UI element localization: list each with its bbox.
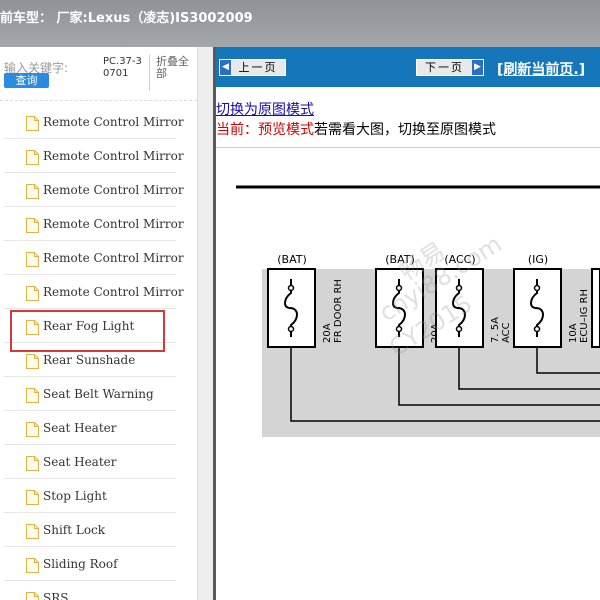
current-mode-text: 当前：预览模式 xyxy=(216,122,314,138)
divider xyxy=(149,55,150,91)
fuse-terminal xyxy=(533,284,541,292)
tree-item-label: Seat Heater xyxy=(43,455,117,469)
tree-item[interactable]: Sliding Roof xyxy=(4,547,176,581)
next-page-button[interactable]: 下一页 ▶ xyxy=(416,59,484,76)
wiring-diagram-svg: (BAT)20AFR DOOR RH(BAT)20ATI&TE(ACC)7. 5… xyxy=(236,185,600,437)
document-icon xyxy=(26,150,39,165)
prev-page-button[interactable]: ◀ 上一页 xyxy=(219,59,286,76)
tree-item-label: Seat Heater xyxy=(43,421,117,435)
fuse-name: FR DOOR RH xyxy=(333,279,344,343)
vehicle-title: 前车型： 厂家:Lexus（凌志)IS3002009 xyxy=(0,11,253,26)
fuse-name: ACC xyxy=(501,322,512,343)
fuse-rating: 7. 5A xyxy=(490,317,501,343)
document-icon xyxy=(26,354,39,369)
pc-code: PC.37-30701 xyxy=(103,56,142,79)
left-panel: 输入关键字: 查询 PC.37-30701 折叠全部 Remote Contro… xyxy=(0,47,197,600)
fuse-terminal xyxy=(287,325,295,333)
divider xyxy=(0,100,197,101)
fuse-source-label: (BAT) xyxy=(277,253,307,266)
document-icon xyxy=(26,456,39,471)
title-bar: 前车型： 厂家:Lexus（凌志)IS3002009 xyxy=(0,0,600,47)
page-nav-bar: ◀ 上一页 下一页 ▶ [刷新当前页.] xyxy=(216,47,600,87)
fuse-rating: 20A xyxy=(322,323,333,343)
next-page-label: 下一页 xyxy=(425,61,464,74)
document-icon xyxy=(26,184,39,199)
prev-page-label: 上一页 xyxy=(238,61,278,74)
tree-item[interactable]: Stop Light xyxy=(4,479,176,513)
wiring-diagram: (BAT)20AFR DOOR RH(BAT)20ATI&TE(ACC)7. 5… xyxy=(216,157,600,600)
tree-item[interactable]: Rear Sunshade xyxy=(4,343,176,377)
tree-item-label: Rear Sunshade xyxy=(43,353,136,367)
collapse-all-link[interactable]: 折叠全部 xyxy=(156,56,196,80)
tree-item-label: Remote Control Mirror xyxy=(43,115,184,129)
document-icon xyxy=(26,218,39,233)
tree-item-label: Rear Fog Light xyxy=(43,319,135,333)
tree-item-label: Stop Light xyxy=(43,489,107,503)
fuse-terminal xyxy=(455,325,463,333)
document-icon xyxy=(26,286,39,301)
view-mode-status: 当前：预览模式若需看大图，切换至原图模式 xyxy=(216,119,496,139)
content-panel: ◀ 上一页 下一页 ▶ [刷新当前页.] 切换为原图模式 当前：预览模式若需看大… xyxy=(216,47,600,600)
tree-item[interactable]: SRS xyxy=(4,581,176,600)
tree-item[interactable]: Remote Control Mirror xyxy=(4,207,184,241)
tree-item-label: Remote Control Mirror xyxy=(43,149,184,163)
tree-item-label: Sliding Roof xyxy=(43,557,118,571)
document-icon xyxy=(26,592,39,600)
document-icon xyxy=(26,388,39,403)
document-icon xyxy=(26,524,39,539)
mode-hint-text: 若需看大图，切换至原图模式 xyxy=(314,122,496,138)
document-icon xyxy=(26,558,39,573)
tree-item-label: Seat Belt Warning xyxy=(43,387,154,401)
tree-item-label: SRS xyxy=(43,591,69,600)
fuse-terminal xyxy=(287,284,295,292)
arrow-left-icon: ◀ xyxy=(220,60,231,75)
tree-item[interactable]: Seat Heater xyxy=(4,411,176,445)
document-icon xyxy=(26,252,39,267)
switch-to-original-link[interactable]: 切换为原图模式 xyxy=(216,99,314,119)
tree-item-label: Remote Control Mirror xyxy=(43,285,184,299)
tree-item[interactable]: Remote Control Mirror xyxy=(4,139,184,173)
tree-item[interactable]: Remote Control Mirror xyxy=(4,105,184,139)
tree-item[interactable]: Remote Control Mirror xyxy=(4,241,184,275)
tree-item[interactable]: Seat Belt Warning xyxy=(4,377,176,411)
panel-splitter[interactable] xyxy=(197,47,213,600)
fuse-source-label: (IG) xyxy=(528,253,548,266)
document-icon xyxy=(26,490,39,505)
fuse-rating: 10A xyxy=(568,323,579,343)
tree-item-label: Remote Control Mirror xyxy=(43,217,184,231)
tree-item[interactable]: Remote Control Mirror xyxy=(4,275,184,309)
tree-item[interactable]: Remote Control Mirror xyxy=(4,173,184,207)
document-icon xyxy=(26,320,39,335)
divider xyxy=(216,147,600,148)
tree-item[interactable]: Rear Fog Light xyxy=(4,309,176,352)
refresh-page-link[interactable]: [刷新当前页.] xyxy=(497,59,585,79)
fuse-box-partial xyxy=(591,268,600,348)
tree-item-label: Remote Control Mirror xyxy=(43,251,184,265)
tree-item[interactable]: Shift Lock xyxy=(4,513,176,547)
search-button[interactable]: 查询 xyxy=(4,73,49,88)
tree-item-label: Shift Lock xyxy=(43,523,106,537)
document-icon xyxy=(26,116,39,131)
arrow-right-icon: ▶ xyxy=(472,60,483,75)
fuse-terminal xyxy=(533,325,541,333)
tree-item[interactable]: Seat Heater xyxy=(4,445,176,479)
tree-item-label: Remote Control Mirror xyxy=(43,183,184,197)
fuse-name: ECU–IG RH xyxy=(579,289,590,343)
document-icon xyxy=(26,422,39,437)
tree-list: Remote Control Mirror Remote Control Mirr… xyxy=(4,105,184,600)
